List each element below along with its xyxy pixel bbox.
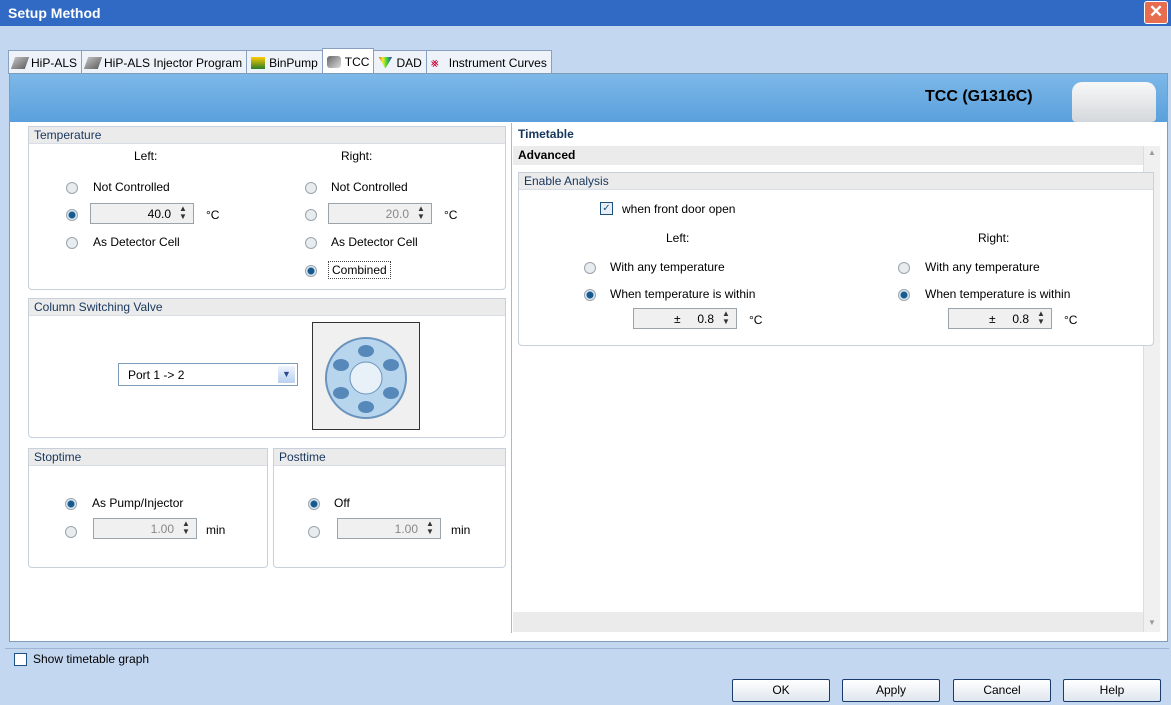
tcc-icon [326,55,341,68]
dad-icon [378,56,393,69]
posttime-off-radio[interactable] [308,498,320,510]
device-image [1072,82,1156,122]
advanced-header: Advanced [513,146,1154,165]
right-tolerance-spinner[interactable]: ±0.8 ▲ ▼ [948,308,1052,329]
tab-instrument-curves[interactable]: ⨳ Instrument Curves [425,50,552,74]
right-combined-radio[interactable] [305,265,317,277]
curves-icon: ⨳ [430,54,439,70]
stoptime-pump-radio[interactable] [65,498,77,510]
right-any-temp-radio[interactable] [898,262,910,274]
stoptime-pump-label: As Pump/Injector [92,496,184,510]
stoptime-title: Stoptime [29,449,267,466]
right-combined-label: Combined [328,261,391,279]
temperature-title: Temperature [29,127,505,144]
spinner-arrows-icon[interactable]: ▲ ▼ [719,310,733,327]
posttime-unit: min [451,523,471,537]
stoptime-value-radio[interactable] [65,526,77,538]
tab-dad[interactable]: DAD [373,50,427,74]
stoptime-unit: min [206,523,226,537]
scroll-down-icon[interactable]: ▼ [1148,618,1156,627]
enable-analysis-title: Enable Analysis [519,173,1153,190]
left-not-controlled-radio[interactable] [66,182,78,194]
analysis-left-label: Left: [666,231,690,245]
posttime-value-radio[interactable] [308,526,320,538]
posttime-group: Posttime [273,448,506,568]
spinner-arrows-icon[interactable]: ▲ ▼ [414,205,428,222]
posttime-title: Posttime [274,449,505,466]
temperature-left-label: Left: [134,149,158,163]
right-temperature-spinner[interactable]: 20.0 ▲ ▼ [328,203,432,224]
right-within-label: When temperature is within [925,287,1071,301]
left-temperature-unit: °C [206,208,220,222]
panel-divider [511,123,512,633]
right-temperature-radio[interactable] [305,209,317,221]
temperature-right-label: Right: [341,149,373,163]
valve-position-select[interactable]: Port 1 -> 2 ▼ [118,363,298,386]
ok-button[interactable]: OK [732,679,830,702]
help-button[interactable]: Help [1063,679,1161,702]
cancel-button[interactable]: Cancel [953,679,1051,702]
scroll-up-icon[interactable]: ▲ [1148,148,1156,157]
right-not-controlled-radio[interactable] [305,182,317,194]
left-tolerance-spinner[interactable]: ±0.8 ▲ ▼ [633,308,737,329]
tab-bar: HiP-ALS HiP-ALS Injector Program BinPump… [8,48,552,74]
left-any-temp-radio[interactable] [584,262,596,274]
tab-hip-als-injector-program[interactable]: HiP-ALS Injector Program [81,50,248,74]
show-graph-checkbox[interactable] [14,653,27,666]
stoptime-spinner[interactable]: 1.00 ▲ ▼ [93,518,197,539]
right-tolerance-unit: °C [1064,313,1078,327]
tab-binpump[interactable]: BinPump [246,50,323,74]
left-temperature-radio[interactable] [66,209,78,221]
posttime-off-label: Off [334,496,350,510]
spinner-arrows-icon[interactable]: ▲ ▼ [176,205,190,222]
analysis-right-label: Right: [978,231,1010,245]
posttime-spinner[interactable]: 1.00 ▲ ▼ [337,518,441,539]
show-graph-label: Show timetable graph [33,652,150,666]
footer-divider [5,648,1169,649]
spinner-arrows-icon[interactable]: ▲ ▼ [1034,310,1048,327]
module-icon [10,56,30,69]
apply-button[interactable]: Apply [842,679,940,702]
spinner-arrows-icon[interactable]: ▲ ▼ [423,520,437,537]
right-any-temp-label: With any temperature [925,260,1040,274]
valve-image [312,322,420,430]
left-within-radio[interactable] [584,289,596,301]
left-within-label: When temperature is within [610,287,756,301]
left-temperature-spinner[interactable]: 40.0 ▲ ▼ [90,203,194,224]
right-as-detector-label: As Detector Cell [331,235,418,249]
left-not-controlled-label: Not Controlled [93,180,170,194]
timetable-link[interactable]: Timetable [518,127,574,141]
pump-icon [251,56,266,69]
chevron-down-icon[interactable]: ▼ [278,366,295,383]
right-within-radio[interactable] [898,289,910,301]
enable-analysis-group: Enable Analysis [518,172,1154,346]
left-as-detector-radio[interactable] [66,237,78,249]
tab-hip-als[interactable]: HiP-ALS [8,50,83,74]
right-as-detector-radio[interactable] [305,237,317,249]
right-not-controlled-label: Not Controlled [331,180,408,194]
valve-icon [325,337,407,419]
left-as-detector-label: As Detector Cell [93,235,180,249]
left-tolerance-unit: °C [749,313,763,327]
module-icon [83,56,103,69]
close-icon[interactable]: ✕ [1144,1,1168,24]
front-door-checkbox[interactable]: ✓ [600,202,613,215]
device-name: TCC (G1316C) [925,88,1033,105]
spinner-arrows-icon[interactable]: ▲ ▼ [179,520,193,537]
valve-title: Column Switching Valve [29,299,505,316]
right-temperature-unit: °C [444,208,458,222]
tab-tcc[interactable]: TCC [321,48,375,74]
advanced-footer [513,612,1143,632]
front-door-label: when front door open [622,202,736,216]
window-title: Setup Method [0,0,1171,26]
left-any-temp-label: With any temperature [610,260,725,274]
